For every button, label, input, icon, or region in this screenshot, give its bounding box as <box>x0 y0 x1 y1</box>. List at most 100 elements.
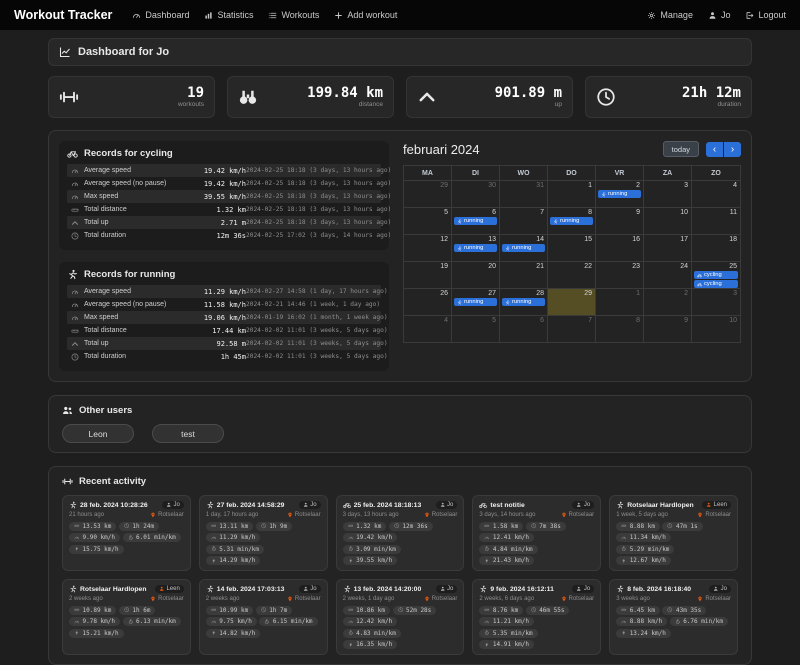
day-number: 2 <box>636 182 640 189</box>
workout-event-badge[interactable]: running <box>454 298 497 306</box>
nav-item[interactable]: Statistics <box>204 10 253 20</box>
calendar-day-cell[interactable]: 2 <box>644 288 692 315</box>
stat-chip-value: 8.76 km <box>492 606 519 614</box>
calendar-day-cell[interactable]: 28 running <box>500 288 548 315</box>
activity-card[interactable]: 27 feb. 2024 14:58:29 Jo 1 day, 17 hours… <box>198 495 328 571</box>
calendar-day-cell[interactable]: 7 <box>500 207 548 234</box>
calendar-today-button[interactable]: today <box>662 141 699 157</box>
activity-ago: 3 days, 14 hours ago <box>479 511 536 518</box>
bolt-icon <box>211 558 217 564</box>
user-button[interactable]: Leon <box>62 424 134 443</box>
gauge-icon <box>484 535 490 541</box>
user-badge[interactable]: Leen <box>702 501 731 509</box>
calendar-day-cell[interactable]: 10 <box>644 207 692 234</box>
day-number: 22 <box>584 263 592 270</box>
activity-card[interactable]: Rotselaar Hardlopen Leen 1 week, 5 days … <box>609 495 738 571</box>
calendar-day-cell[interactable]: 13 running <box>452 234 500 261</box>
runner-icon <box>616 585 624 593</box>
calendar-day-cell[interactable]: 31 <box>500 181 548 207</box>
calendar-day-cell[interactable]: 27 running <box>452 288 500 315</box>
workout-event-badge[interactable]: running <box>598 190 641 198</box>
calendar-day-cell[interactable]: 11 <box>692 207 740 234</box>
user-badge[interactable]: Leen <box>154 585 184 593</box>
activity-card[interactable]: 28 feb. 2024 10:28:26 Jo 21 hours ago Ro… <box>62 495 191 571</box>
nav-item[interactable]: Workouts <box>268 10 319 20</box>
calendar-day-cell[interactable]: 26 <box>404 288 452 315</box>
calendar-day-cell[interactable]: 29 <box>404 181 452 207</box>
calendar-day-cell[interactable]: 9 <box>644 315 692 342</box>
nav-item[interactable]: Manage <box>647 10 693 20</box>
calendar-day-cell[interactable]: 7 <box>548 315 596 342</box>
calendar-day-cell[interactable]: 25 cycling cycling <box>692 261 740 288</box>
activity-card[interactable]: 13 feb. 2024 14:20:00 Jo 2 weeks, 1 day … <box>335 579 465 655</box>
activity-ago: 2 weeks, 6 days ago <box>479 595 535 602</box>
calendar-day-cell[interactable]: 22 <box>548 261 596 288</box>
user-badge[interactable]: Jo <box>572 585 595 593</box>
workout-event-badge[interactable]: running <box>454 217 497 225</box>
calendar-day-cell[interactable]: 4 <box>404 315 452 342</box>
calendar-day-cell[interactable]: 1 <box>596 288 644 315</box>
calendar-day-cell[interactable]: 14 running <box>500 234 548 261</box>
record-label: Max speed <box>84 314 119 321</box>
nav-item[interactable]: Jo <box>708 10 730 20</box>
workout-event-badge[interactable]: running <box>550 217 593 225</box>
record-timestamp: 2024-02-21 14:46 (1 week, 1 day ago) <box>246 301 381 308</box>
calendar-day-cell[interactable]: 6 <box>500 315 548 342</box>
user-badge[interactable]: Jo <box>709 585 731 593</box>
workout-event-badge[interactable]: cycling <box>694 280 738 288</box>
activity-card[interactable]: test notitie Jo 3 days, 14 hours ago Rot… <box>472 495 602 571</box>
calendar-prev-button[interactable]: ‹ <box>706 141 723 157</box>
user-badge[interactable]: Jo <box>572 501 595 509</box>
calendar-next-button[interactable]: › <box>724 141 741 157</box>
workout-event-badge[interactable]: running <box>502 298 545 306</box>
calendar-day-cell[interactable]: 4 <box>692 181 740 207</box>
calendar-day-cell[interactable]: 6 running <box>452 207 500 234</box>
stat-value: 901.89 m <box>494 85 562 101</box>
calendar-day-cell[interactable]: 17 <box>644 234 692 261</box>
calendar-day-cell[interactable]: 29 <box>548 288 596 315</box>
calendar-day-cell[interactable]: 12 <box>404 234 452 261</box>
calendar-day-cell[interactable]: 8 <box>596 315 644 342</box>
activity-card[interactable]: 9 feb. 2024 16:12:11 Jo 2 weeks, 6 days … <box>472 579 602 655</box>
calendar-day-cell[interactable]: 2 running <box>596 181 644 207</box>
day-number: 16 <box>632 236 640 243</box>
calendar-day-cell[interactable]: 15 <box>548 234 596 261</box>
chevron-up-icon <box>71 340 79 348</box>
nav-item[interactable]: Dashboard <box>132 10 189 20</box>
calendar-day-cell[interactable]: 20 <box>452 261 500 288</box>
stat-chip: 6.13 min/km <box>122 617 181 626</box>
activity-card[interactable]: Rotselaar Hardlopen Leen 2 weeks ago Rot… <box>62 579 191 655</box>
record-timestamp: 2024-02-25 18:18 (3 days, 13 hours ago) <box>246 180 392 187</box>
calendar-day-cell[interactable]: 8 running <box>548 207 596 234</box>
calendar-day-cell[interactable]: 23 <box>596 261 644 288</box>
workout-event-badge[interactable]: running <box>454 244 497 252</box>
calendar-day-cell[interactable]: 16 <box>596 234 644 261</box>
user-badge[interactable]: Jo <box>298 585 321 593</box>
calendar-day-cell[interactable]: 3 <box>644 181 692 207</box>
workout-event-badge[interactable]: running <box>502 244 545 252</box>
user-badge[interactable]: Jo <box>298 501 321 509</box>
user-badge[interactable]: Jo <box>435 585 458 593</box>
calendar-day-cell[interactable]: 30 <box>452 181 500 207</box>
user-button[interactable]: test <box>152 424 224 443</box>
nav-item[interactable]: Logout <box>745 10 786 20</box>
activity-card[interactable]: 8 feb. 2024 16:18:40 Jo 3 weeks ago Rots… <box>609 579 738 655</box>
calendar-day-cell[interactable]: 24 <box>644 261 692 288</box>
calendar-day-cell[interactable]: 5 <box>404 207 452 234</box>
calendar-day-cell[interactable]: 10 <box>692 315 740 342</box>
calendar-day-cell[interactable]: 1 <box>548 181 596 207</box>
calendar-day-cell[interactable]: 9 <box>596 207 644 234</box>
activity-ago: 1 day, 17 hours ago <box>205 511 259 518</box>
calendar-day-cell[interactable]: 3 <box>692 288 740 315</box>
user-badge[interactable]: Jo <box>161 501 184 509</box>
activity-card[interactable]: 14 feb. 2024 17:03:13 Jo 2 weeks ago Rot… <box>198 579 328 655</box>
calendar-day-cell[interactable]: 19 <box>404 261 452 288</box>
calendar-day-cell[interactable]: 5 <box>452 315 500 342</box>
user-badge[interactable]: Jo <box>435 501 458 509</box>
calendar-day-cell[interactable]: 18 <box>692 234 740 261</box>
main-nav: Dashboard Statistics Workouts Add workou… <box>132 10 397 20</box>
workout-event-badge[interactable]: cycling <box>694 271 738 279</box>
calendar-day-cell[interactable]: 21 <box>500 261 548 288</box>
nav-item[interactable]: Add workout <box>334 10 397 20</box>
activity-card[interactable]: 25 feb. 2024 18:18:13 Jo 3 days, 13 hour… <box>335 495 465 571</box>
